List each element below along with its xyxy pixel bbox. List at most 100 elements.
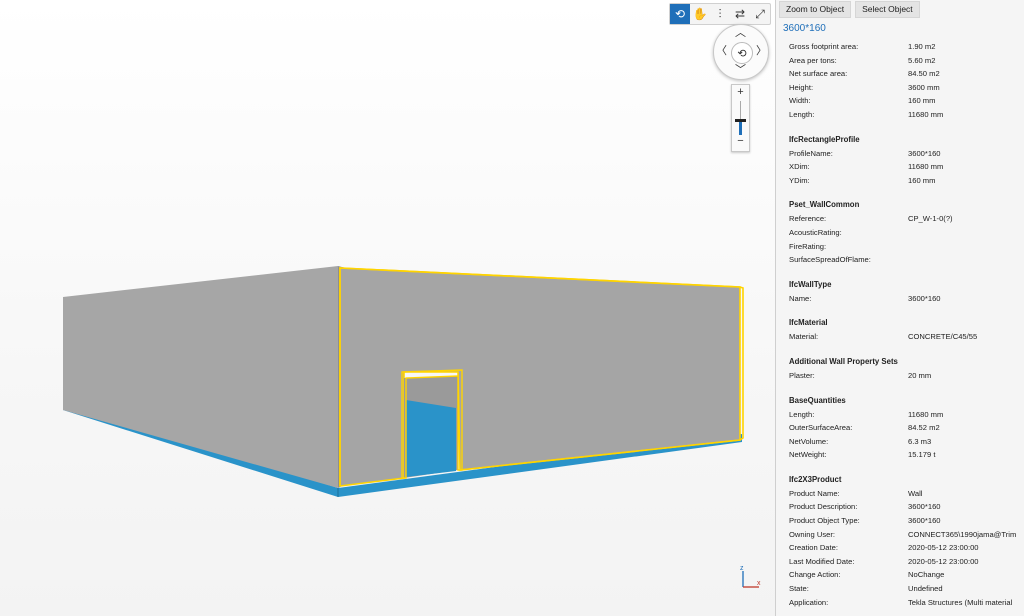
property-key: YDim: <box>789 175 810 185</box>
orbit-down-icon[interactable]: ﹀ <box>735 65 746 76</box>
navigation-toolbar: ⟲ ✋ ⫶ ⇄ ⤢ <box>669 3 771 25</box>
x-axis-label: x <box>757 580 761 587</box>
property-row: OuterSurfaceArea: 84.52 m2 <box>776 422 1024 436</box>
property-row: Owning User: CONNECT365\1990jama@Trim <box>776 529 1024 543</box>
zoom-thumb[interactable] <box>735 118 746 122</box>
property-row: Area per tons: 5.60 m2 <box>776 55 1024 69</box>
property-value: 160 mm <box>908 96 936 106</box>
property-row: AcousticRating: <box>776 227 1024 241</box>
walk-icon[interactable]: ⫶ <box>710 4 730 24</box>
property-key: NetWeight: <box>789 450 827 460</box>
property-key: Creation Date: <box>789 543 838 553</box>
property-value: 20 mm <box>908 370 932 380</box>
property-key: State: <box>789 584 809 594</box>
swap-icon[interactable]: ⇄ <box>730 4 750 24</box>
property-value: 84.52 m2 <box>908 423 940 433</box>
property-row: YDim: 160 mm <box>776 175 1024 189</box>
property-section: IfcRectangleProfile ProfileName: 3600*160 X… <box>776 129 1024 189</box>
property-key: Width: <box>789 96 811 106</box>
select-object-button[interactable]: Select Object <box>855 1 920 18</box>
property-row: Material: CONCRETE/C45/55 <box>776 331 1024 345</box>
zoom-out-button[interactable]: − <box>732 135 749 147</box>
orbit-right-icon[interactable]: 〉 <box>756 46 767 57</box>
fullscreen-icon[interactable]: ⤢ <box>750 4 770 24</box>
property-row: XDim: 11680 mm <box>776 161 1024 175</box>
property-row: Change Action: NoChange <box>776 569 1024 583</box>
side-wall[interactable] <box>63 266 338 488</box>
property-key: Length: <box>789 109 815 119</box>
property-row: Last Modified Date: 2020-05-12 23:00:00 <box>776 556 1024 570</box>
orbit-icon[interactable]: ⟲ <box>670 4 690 24</box>
property-key: Length: <box>789 409 815 419</box>
panel-toolbar: Zoom to Object Select Object <box>776 0 1024 18</box>
property-key: Reference: <box>789 214 827 224</box>
property-key: SurfaceSpreadOfFlame: <box>789 255 871 265</box>
property-key: Product Description: <box>789 502 858 512</box>
property-key: Height: <box>789 82 814 92</box>
property-row: Product Object Type: 3600*160 <box>776 515 1024 529</box>
section-title: Ifc2X3Product <box>789 474 842 484</box>
property-value: Wall <box>908 488 923 498</box>
property-key: NetVolume: <box>789 436 829 446</box>
property-key: FireRating: <box>789 241 827 251</box>
property-row: Name: 3600*160 <box>776 293 1024 307</box>
property-value: CP_W-1-0(?) <box>908 214 953 224</box>
property-key: Plaster: <box>789 370 815 380</box>
property-row: State: Undefined <box>776 583 1024 597</box>
zoom-to-object-button[interactable]: Zoom to Object <box>779 1 852 18</box>
section-title: IfcMaterial <box>789 318 828 328</box>
property-row: NetWeight: 15.179 t <box>776 449 1024 463</box>
property-key: Area per tons: <box>789 55 837 65</box>
zoom-fill <box>739 119 742 135</box>
properties-panel: Zoom to Object Select Object 3600*160 Gr… <box>775 0 1024 616</box>
property-value: CONCRETE/C45/55 <box>908 332 978 342</box>
axis-triad: z x <box>740 565 761 588</box>
property-key: Name: <box>789 293 812 303</box>
zoom-in-button[interactable]: + <box>732 86 749 98</box>
model-scene[interactable] <box>0 0 775 616</box>
property-value: 3600*160 <box>908 516 941 526</box>
property-key: Change Action: <box>789 570 841 580</box>
property-row: Height: 3600 mm <box>776 82 1024 96</box>
property-row: Creation Date: 2020-05-12 23:00:00 <box>776 542 1024 556</box>
property-row: Product Name: Wall <box>776 488 1024 502</box>
selected-wall[interactable] <box>339 267 741 487</box>
orbit-left-icon[interactable]: 〈 <box>716 46 727 57</box>
orbit-up-icon[interactable]: ︿ <box>735 28 746 39</box>
3d-viewport[interactable]: ⟲ ✋ ⫶ ⇄ ⤢ ︿ ﹀ 〈 〉 ⟲ + − z x <box>0 0 775 616</box>
property-key: Product Object Type: <box>789 516 860 526</box>
property-key: AcousticRating: <box>789 227 842 237</box>
section-title: IfcWallType <box>789 279 832 289</box>
property-row: Product Description: 3600*160 <box>776 501 1024 515</box>
property-section: BaseQuantities Length: 11680 mm OuterSurfac… <box>776 390 1024 463</box>
property-value: 3600*160 <box>908 502 941 512</box>
property-value: 11680 mm <box>908 162 944 172</box>
property-row: NetVolume: 6.3 m3 <box>776 436 1024 450</box>
property-key: Gross footprint area: <box>789 42 859 51</box>
section-title: BaseQuantities <box>789 395 846 405</box>
property-value: Undefined <box>908 584 943 594</box>
property-value: 1.90 m2 <box>908 42 936 51</box>
property-value: 2020-05-12 23:00:00 <box>908 556 979 566</box>
orbit-control[interactable]: ︿ ﹀ 〈 〉 ⟲ <box>713 24 769 80</box>
property-row: Reference: CP_W-1-0(?) <box>776 213 1024 227</box>
object-title: 3600*160 <box>783 23 826 34</box>
property-value: 3600*160 <box>908 293 941 303</box>
section-title: Additional Wall Property Sets <box>789 356 898 366</box>
property-value: 3600*160 <box>908 148 941 158</box>
property-key: Net surface area: <box>789 69 848 79</box>
property-key: Material: <box>789 332 819 342</box>
property-row: FireRating: <box>776 241 1024 255</box>
property-section: IfcMaterial Material: CONCRETE/C45/55 <box>776 312 1024 345</box>
section-title: Pset_WallCommon <box>789 200 860 210</box>
property-key: OuterSurfaceArea: <box>789 423 853 433</box>
door-opening-floor <box>406 400 456 477</box>
property-value: 11680 mm <box>908 409 944 419</box>
property-row: Width: 160 mm <box>776 95 1024 109</box>
property-key: ProfileName: <box>789 148 833 158</box>
property-row: Gross footprint area: 1.90 m2 <box>776 41 1024 55</box>
orbit-center-icon[interactable]: ⟲ <box>731 42 753 64</box>
zoom-slider[interactable]: + − <box>731 84 750 152</box>
pan-hand-icon[interactable]: ✋ <box>690 4 710 24</box>
property-sections: Gross footprint area: 1.90 m2 Area per ton… <box>776 41 1024 616</box>
